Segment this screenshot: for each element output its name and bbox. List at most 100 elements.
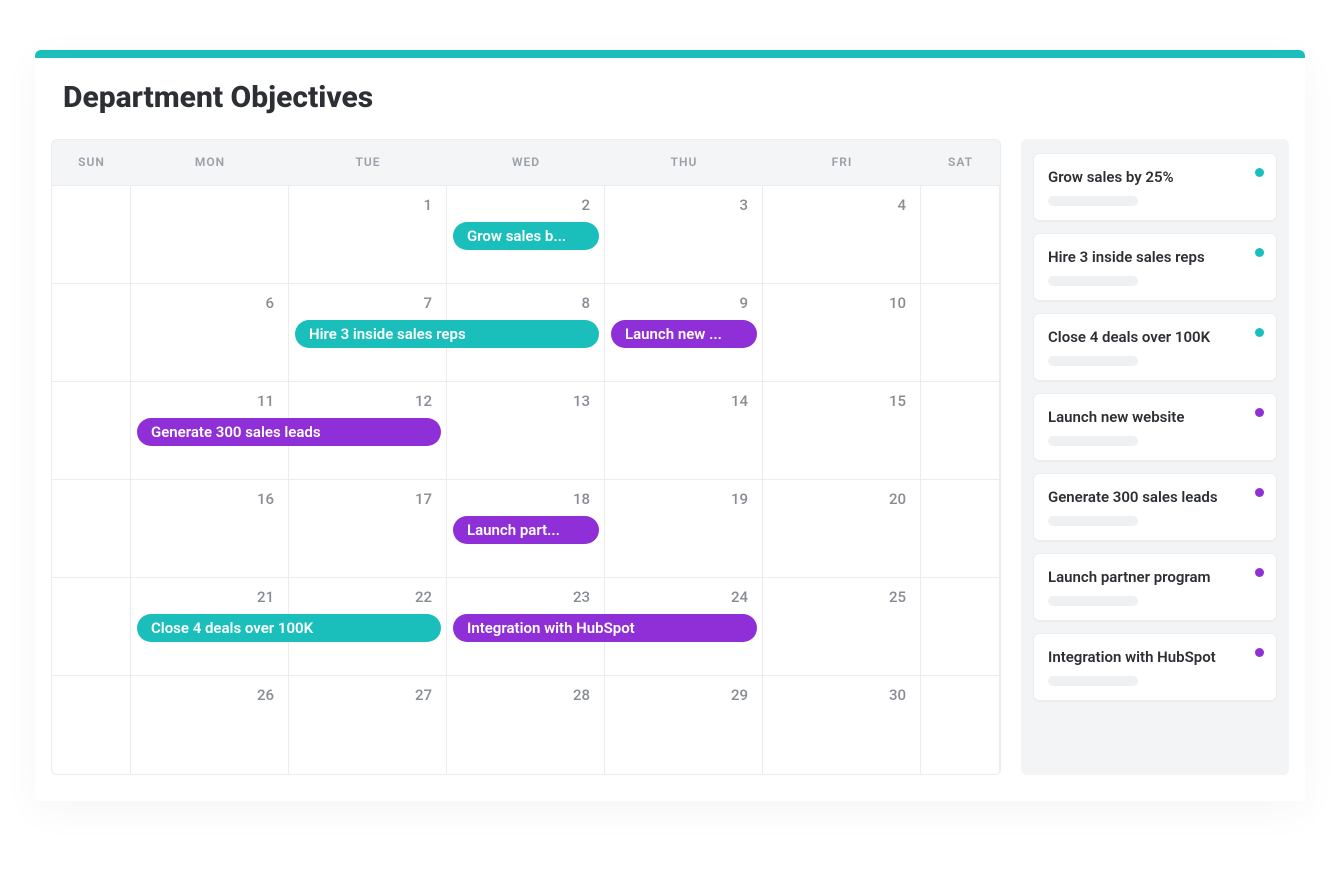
calendar-event[interactable]: Integration with HubSpot (453, 614, 757, 642)
calendar: SUNMONTUEWEDTHUFRISAT 1234Grow sales b..… (51, 139, 1001, 775)
calendar-cell[interactable]: 6 (131, 284, 289, 381)
calendar-event[interactable]: Generate 300 sales leads (137, 418, 441, 446)
placeholder-bar (1048, 276, 1138, 286)
calendar-week: 1112131415Generate 300 sales leads (52, 382, 1000, 480)
objective-label: Launch new website (1048, 408, 1262, 426)
app-window: Department Objectives SUNMONTUEWEDTHUFRI… (35, 50, 1305, 801)
calendar-cell[interactable]: 28 (447, 676, 605, 774)
status-dot-icon (1255, 168, 1264, 177)
calendar-weeks: 1234Grow sales b...678910Hire 3 inside s… (52, 186, 1000, 774)
calendar-day-number: 1 (423, 196, 432, 214)
calendar-week: 21 22 23 24 25 Close 4 deals over 100K Integra… (52, 578, 1000, 676)
title-bar: Department Objectives (35, 58, 1305, 139)
placeholder-bar (1048, 596, 1138, 606)
calendar-day-number: 15 (889, 392, 906, 410)
objective-card[interactable]: Grow sales by 25% (1033, 153, 1277, 221)
status-dot-icon (1255, 328, 1264, 337)
sidebar-objectives: Grow sales by 25% Hire 3 inside sales rep… (1021, 139, 1289, 775)
calendar-event[interactable]: Launch new ... (611, 320, 757, 348)
calendar-cell[interactable]: 4 (763, 186, 921, 283)
calendar-cell[interactable] (52, 480, 131, 577)
calendar-day-header: SUNMONTUEWEDTHUFRISAT (52, 140, 1000, 186)
calendar-day-number: 28 (573, 686, 590, 704)
calendar-cell[interactable] (52, 186, 131, 283)
objective-label: Generate 300 sales leads (1048, 488, 1262, 506)
placeholder-bar (1048, 676, 1138, 686)
objective-label: Close 4 deals over 100K (1048, 328, 1262, 346)
calendar-day-number: 25 (889, 588, 906, 606)
calendar-event[interactable]: Close 4 deals over 100K (137, 614, 441, 642)
calendar-cell[interactable]: 10 (763, 284, 921, 381)
calendar-cell[interactable]: 13 (447, 382, 605, 479)
status-dot-icon (1255, 568, 1264, 577)
calendar-cell[interactable]: 1 (289, 186, 447, 283)
calendar-cell[interactable] (921, 284, 1000, 381)
calendar-event[interactable]: Launch part... (453, 516, 599, 544)
calendar-day-number: 21 (257, 588, 274, 606)
calendar-week: 26 27 28 29 30 (52, 676, 1000, 774)
calendar-day-number: 29 (731, 686, 748, 704)
content-area: SUNMONTUEWEDTHUFRISAT 1234Grow sales b..… (35, 139, 1305, 801)
calendar-cell[interactable] (52, 382, 131, 479)
status-dot-icon (1255, 248, 1264, 257)
calendar-day-number: 4 (897, 196, 906, 214)
objective-label: Grow sales by 25% (1048, 168, 1262, 186)
calendar-day-number: 13 (573, 392, 590, 410)
calendar-cell[interactable]: 27 (289, 676, 447, 774)
calendar-day-number: 27 (415, 686, 432, 704)
calendar-cell[interactable] (131, 186, 289, 283)
calendar-day-number: 26 (257, 686, 274, 704)
calendar-cell[interactable]: 29 (605, 676, 763, 774)
calendar-cell[interactable]: 17 (289, 480, 447, 577)
calendar-day-number: 23 (573, 588, 590, 606)
status-dot-icon (1255, 408, 1264, 417)
calendar-cell[interactable]: 3 (605, 186, 763, 283)
calendar-cell[interactable] (921, 578, 1000, 675)
calendar-day-number: 9 (739, 294, 748, 312)
accent-bar (35, 50, 1305, 58)
placeholder-bar (1048, 196, 1138, 206)
calendar-event[interactable]: Grow sales b... (453, 222, 599, 250)
calendar-cell[interactable] (921, 186, 1000, 283)
calendar-day-number: 12 (415, 392, 432, 410)
calendar-day-number: 7 (423, 294, 432, 312)
objective-label: Launch partner program (1048, 568, 1262, 586)
calendar-week: 678910Hire 3 inside sales repsLaunch new… (52, 284, 1000, 382)
calendar-day-number: 18 (573, 490, 590, 508)
calendar-cell[interactable]: 16 (131, 480, 289, 577)
calendar-cell[interactable]: 26 (131, 676, 289, 774)
calendar-cell[interactable]: 20 (763, 480, 921, 577)
placeholder-bar (1048, 356, 1138, 366)
calendar-week: 1234Grow sales b... (52, 186, 1000, 284)
objective-label: Hire 3 inside sales reps (1048, 248, 1262, 266)
calendar-cell[interactable]: 25 (763, 578, 921, 675)
calendar-day-number: 19 (731, 490, 748, 508)
calendar-day-header-cell: TUE (289, 140, 447, 185)
objective-card[interactable]: Launch new website (1033, 393, 1277, 461)
calendar-cell[interactable] (921, 382, 1000, 479)
calendar-day-number: 24 (731, 588, 748, 606)
calendar-day-header-cell: FRI (763, 140, 921, 185)
calendar-event[interactable]: Hire 3 inside sales reps (295, 320, 599, 348)
calendar-cell[interactable]: 19 (605, 480, 763, 577)
objective-card[interactable]: Generate 300 sales leads (1033, 473, 1277, 541)
calendar-cell[interactable] (52, 578, 131, 675)
objective-card[interactable]: Hire 3 inside sales reps (1033, 233, 1277, 301)
page-title: Department Objectives (63, 80, 1277, 115)
objective-card[interactable]: Close 4 deals over 100K (1033, 313, 1277, 381)
calendar-cell[interactable] (921, 480, 1000, 577)
calendar-cell[interactable] (52, 284, 131, 381)
calendar-day-number: 3 (739, 196, 748, 214)
calendar-cell[interactable] (921, 676, 1000, 774)
calendar-cell[interactable]: 15 (763, 382, 921, 479)
placeholder-bar (1048, 516, 1138, 526)
objective-card[interactable]: Integration with HubSpot (1033, 633, 1277, 701)
calendar-cell[interactable]: 14 (605, 382, 763, 479)
calendar-day-number: 22 (415, 588, 432, 606)
calendar-day-number: 30 (889, 686, 906, 704)
calendar-cell[interactable]: 30 (763, 676, 921, 774)
calendar-day-number: 14 (731, 392, 748, 410)
calendar-cell[interactable] (52, 676, 131, 774)
calendar-day-number: 16 (257, 490, 274, 508)
objective-card[interactable]: Launch partner program (1033, 553, 1277, 621)
